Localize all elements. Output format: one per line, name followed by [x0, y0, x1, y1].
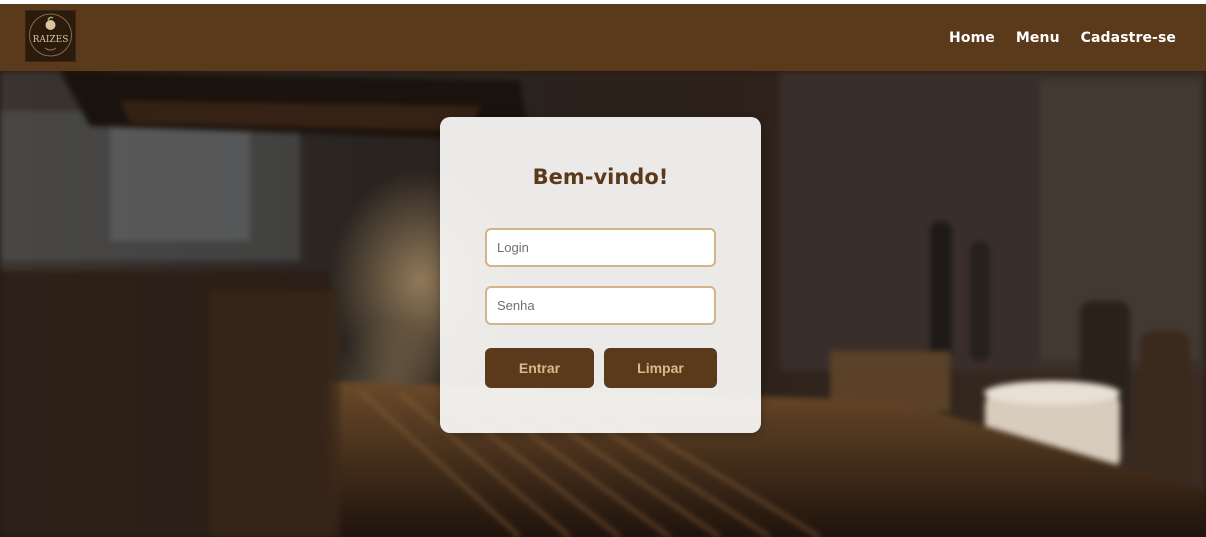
password-input[interactable] [485, 286, 716, 325]
nav-home-link[interactable]: Home [949, 30, 995, 46]
main-nav: Home Menu Cadastre-se [949, 4, 1176, 71]
welcome-title: Bem-vindo! [532, 165, 669, 189]
raizes-logo[interactable]: RAIZES [25, 10, 76, 62]
login-submit-button[interactable]: Entrar [485, 348, 594, 388]
logo-emblem-icon: RAIZES [29, 13, 72, 57]
nav-menu-link[interactable]: Menu [1016, 30, 1060, 46]
logo-text: RAIZES [33, 35, 69, 45]
login-input[interactable] [485, 228, 716, 267]
login-card: Bem-vindo! Entrar Limpar [440, 117, 761, 433]
page: RAIZES Home Menu Cadastre-se Bem-vindo! … [0, 0, 1206, 537]
top-navbar: RAIZES Home Menu Cadastre-se [0, 4, 1206, 71]
clear-form-button[interactable]: Limpar [604, 348, 717, 388]
nav-signup-link[interactable]: Cadastre-se [1081, 30, 1176, 46]
